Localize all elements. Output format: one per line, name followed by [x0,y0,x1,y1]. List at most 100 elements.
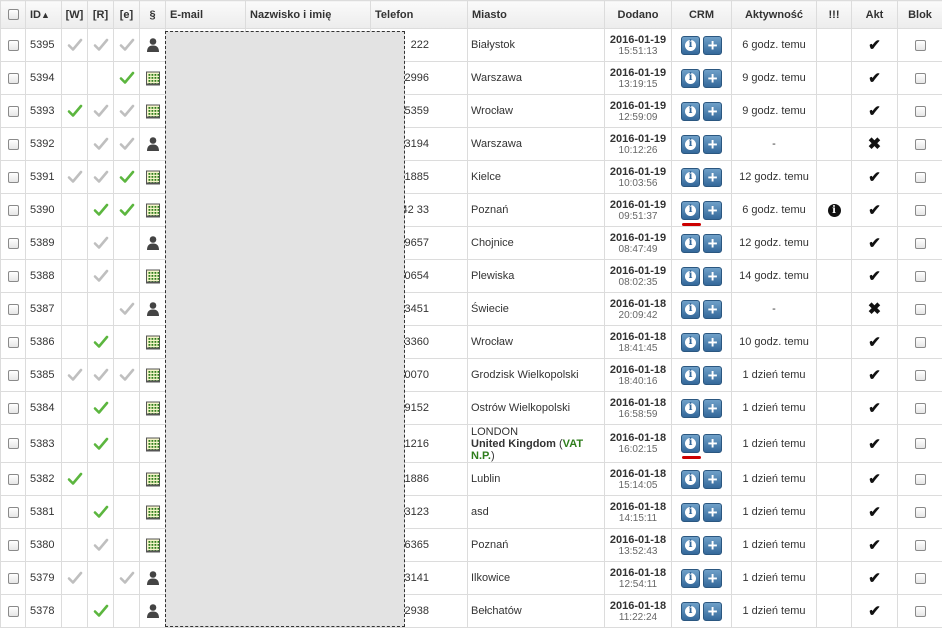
row-checkbox[interactable] [8,304,19,315]
akt-cell[interactable]: ✔ [852,62,898,95]
row-checkbox[interactable] [8,172,19,183]
added-column-header[interactable]: Dodano [605,1,672,29]
row-checkbox[interactable] [8,403,19,414]
block-checkbox[interactable] [915,139,926,150]
akt-cell[interactable]: ✔ [852,95,898,128]
blok-cell[interactable] [898,529,942,562]
crm-info-button[interactable]: i [681,135,700,154]
row-checkbox[interactable] [8,507,19,518]
active-check-icon[interactable]: ✔ [868,603,881,620]
crm-info-button[interactable]: i [681,470,700,489]
crm-info-button[interactable]: i [681,333,700,352]
crm-info-button[interactable]: i [681,602,700,621]
active-check-icon[interactable]: ✔ [868,471,881,488]
crm-info-button[interactable]: i [681,569,700,588]
row-select-cell[interactable] [1,392,26,425]
akt-cell[interactable]: ✔ [852,161,898,194]
akt-cell[interactable]: ✔ [852,227,898,260]
blok-cell[interactable] [898,29,942,62]
akt-cell[interactable]: ✔ [852,425,898,463]
block-checkbox[interactable] [915,337,926,348]
akt-cell[interactable]: ✔ [852,29,898,62]
crm-info-button[interactable]: i [681,168,700,187]
alert-info-icon[interactable]: i [828,204,841,217]
blok-cell[interactable] [898,425,942,463]
row-select-cell[interactable] [1,562,26,595]
name-column-header[interactable]: Nazwisko i imię [246,1,371,29]
crm-info-button[interactable]: i [681,300,700,319]
crm-info-button[interactable]: i [681,36,700,55]
block-checkbox[interactable] [915,507,926,518]
block-checkbox[interactable] [915,205,926,216]
row-select-cell[interactable] [1,496,26,529]
crm-info-button[interactable]: i [681,102,700,121]
akt-cell[interactable]: ✖ [852,293,898,326]
row-checkbox[interactable] [8,606,19,617]
active-check-icon[interactable]: ✔ [868,103,881,120]
crm-add-button[interactable]: + [703,434,722,453]
akt-cell[interactable]: ✔ [852,595,898,628]
blok-cell[interactable] [898,392,942,425]
crm-info-button[interactable]: i [681,434,700,453]
row-select-cell[interactable] [1,95,26,128]
row-select-cell[interactable] [1,425,26,463]
crm-add-button[interactable]: + [703,102,722,121]
block-checkbox[interactable] [915,238,926,249]
crm-info-button[interactable]: i [681,201,700,220]
crm-add-button[interactable]: + [703,234,722,253]
blok-cell[interactable] [898,95,942,128]
active-check-icon[interactable]: ✔ [868,169,881,186]
row-select-cell[interactable] [1,227,26,260]
crm-info-button[interactable]: i [681,366,700,385]
row-select-cell[interactable] [1,128,26,161]
row-select-cell[interactable] [1,293,26,326]
select-all-checkbox[interactable] [8,9,19,20]
row-checkbox[interactable] [8,370,19,381]
crm-info-button[interactable]: i [681,267,700,286]
row-checkbox[interactable] [8,438,19,449]
active-check-icon[interactable]: ✔ [868,504,881,521]
inactive-x-icon[interactable]: ✖ [868,301,881,318]
active-check-icon[interactable]: ✔ [868,268,881,285]
akt-cell[interactable]: ✔ [852,194,898,227]
blok-cell[interactable] [898,326,942,359]
block-checkbox[interactable] [915,172,926,183]
active-check-icon[interactable]: ✔ [868,334,881,351]
akt-cell[interactable]: ✔ [852,562,898,595]
blok-cell[interactable] [898,293,942,326]
akt-cell[interactable]: ✔ [852,326,898,359]
crm-add-button[interactable]: + [703,69,722,88]
row-checkbox[interactable] [8,205,19,216]
block-checkbox[interactable] [915,540,926,551]
blok-cell[interactable] [898,260,942,293]
row-select-cell[interactable] [1,194,26,227]
blok-cell[interactable] [898,227,942,260]
row-select-cell[interactable] [1,260,26,293]
crm-add-button[interactable]: + [703,267,722,286]
crm-add-button[interactable]: + [703,36,722,55]
active-check-icon[interactable]: ✔ [868,202,881,219]
select-all-header[interactable] [1,1,26,29]
block-checkbox[interactable] [915,271,926,282]
blok-cell[interactable] [898,62,942,95]
id-column-header[interactable]: ID▲ [26,1,62,29]
akt-cell[interactable]: ✔ [852,496,898,529]
akt-cell[interactable]: ✔ [852,260,898,293]
active-check-icon[interactable]: ✔ [868,436,881,453]
row-select-cell[interactable] [1,595,26,628]
active-check-icon[interactable]: ✔ [868,70,881,87]
crm-info-button[interactable]: i [681,536,700,555]
inactive-x-icon[interactable]: ✖ [868,136,881,153]
block-checkbox[interactable] [915,403,926,414]
akt-cell[interactable]: ✔ [852,463,898,496]
blok-cell[interactable] [898,496,942,529]
active-check-icon[interactable]: ✔ [868,570,881,587]
crm-info-button[interactable]: i [681,234,700,253]
block-checkbox[interactable] [915,304,926,315]
email-column-header[interactable]: E-mail [166,1,246,29]
blok-cell[interactable] [898,595,942,628]
activity-column-header[interactable]: Aktywność [732,1,817,29]
row-select-cell[interactable] [1,29,26,62]
block-checkbox[interactable] [915,106,926,117]
block-checkbox[interactable] [915,40,926,51]
